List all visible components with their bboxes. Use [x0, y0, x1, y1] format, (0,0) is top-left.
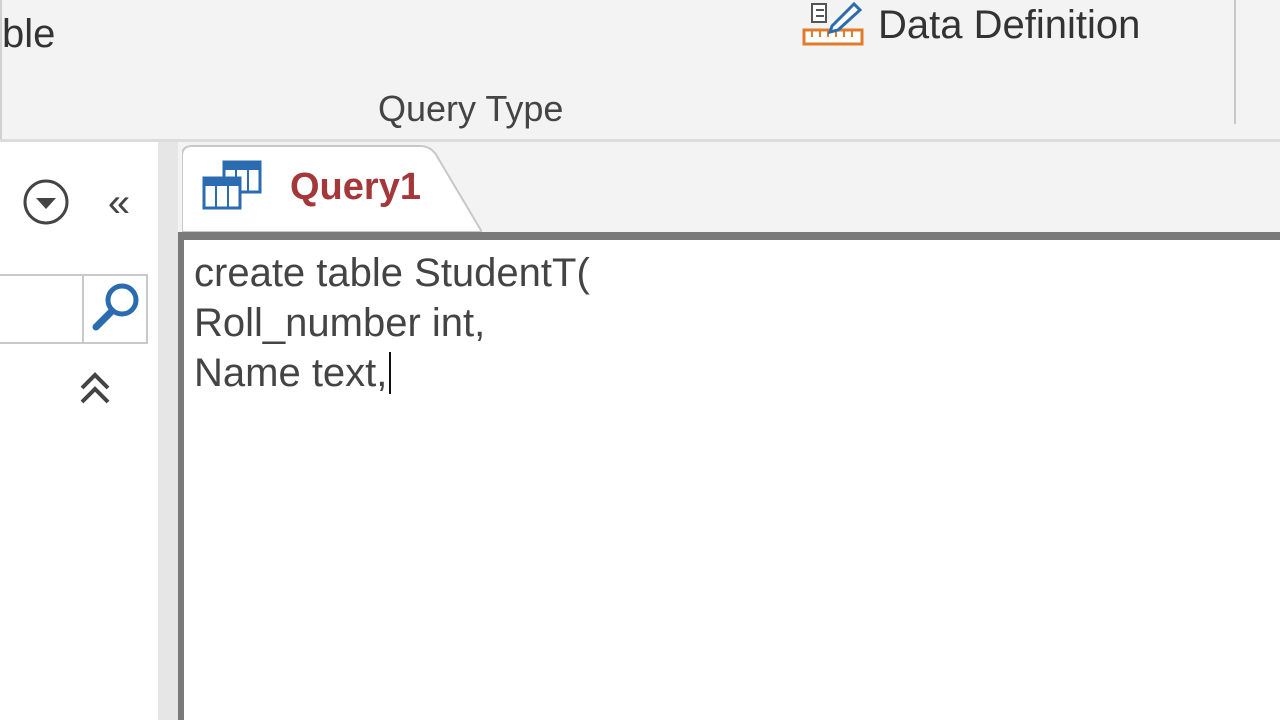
sql-line: create table StudentT( [194, 251, 590, 295]
nav-collapse-button[interactable]: « [96, 180, 142, 226]
tab-strip-border [178, 232, 1280, 240]
query-type-group-label: Query Type [378, 88, 564, 129]
nav-search-button[interactable] [82, 274, 148, 344]
nav-expand-button[interactable] [72, 366, 118, 412]
navigation-pane [0, 142, 158, 720]
sql-editor[interactable]: create table StudentT( Roll_number int, … [178, 240, 1280, 720]
data-definition-button[interactable]: Data Definition [802, 0, 1140, 50]
data-definition-icon [802, 0, 866, 50]
query-icon [200, 158, 264, 218]
text-caret [389, 352, 392, 394]
ribbon-partial-label: ble [2, 12, 56, 56]
ribbon-separator [1234, 0, 1236, 124]
sql-line-text: Name text, [194, 351, 388, 395]
ribbon: ble Data Definition Query Type [0, 0, 1280, 142]
chevron-down-circle-icon [23, 179, 69, 225]
nav-dropdown-button[interactable] [22, 178, 70, 226]
sql-line: Roll_number int, [194, 301, 486, 345]
sql-line-current: Name text, [194, 348, 590, 398]
tab-query1-label: Query1 [290, 166, 421, 208]
double-chevron-left-icon: « [107, 181, 131, 225]
sql-editor-text: create table StudentT( Roll_number int, … [194, 248, 590, 398]
double-chevron-up-icon [80, 372, 110, 404]
tab-query1[interactable]: Query1 [182, 144, 482, 232]
data-definition-label: Data Definition [878, 2, 1141, 47]
search-icon [92, 283, 139, 331]
nav-pane-splitter[interactable] [158, 142, 178, 720]
